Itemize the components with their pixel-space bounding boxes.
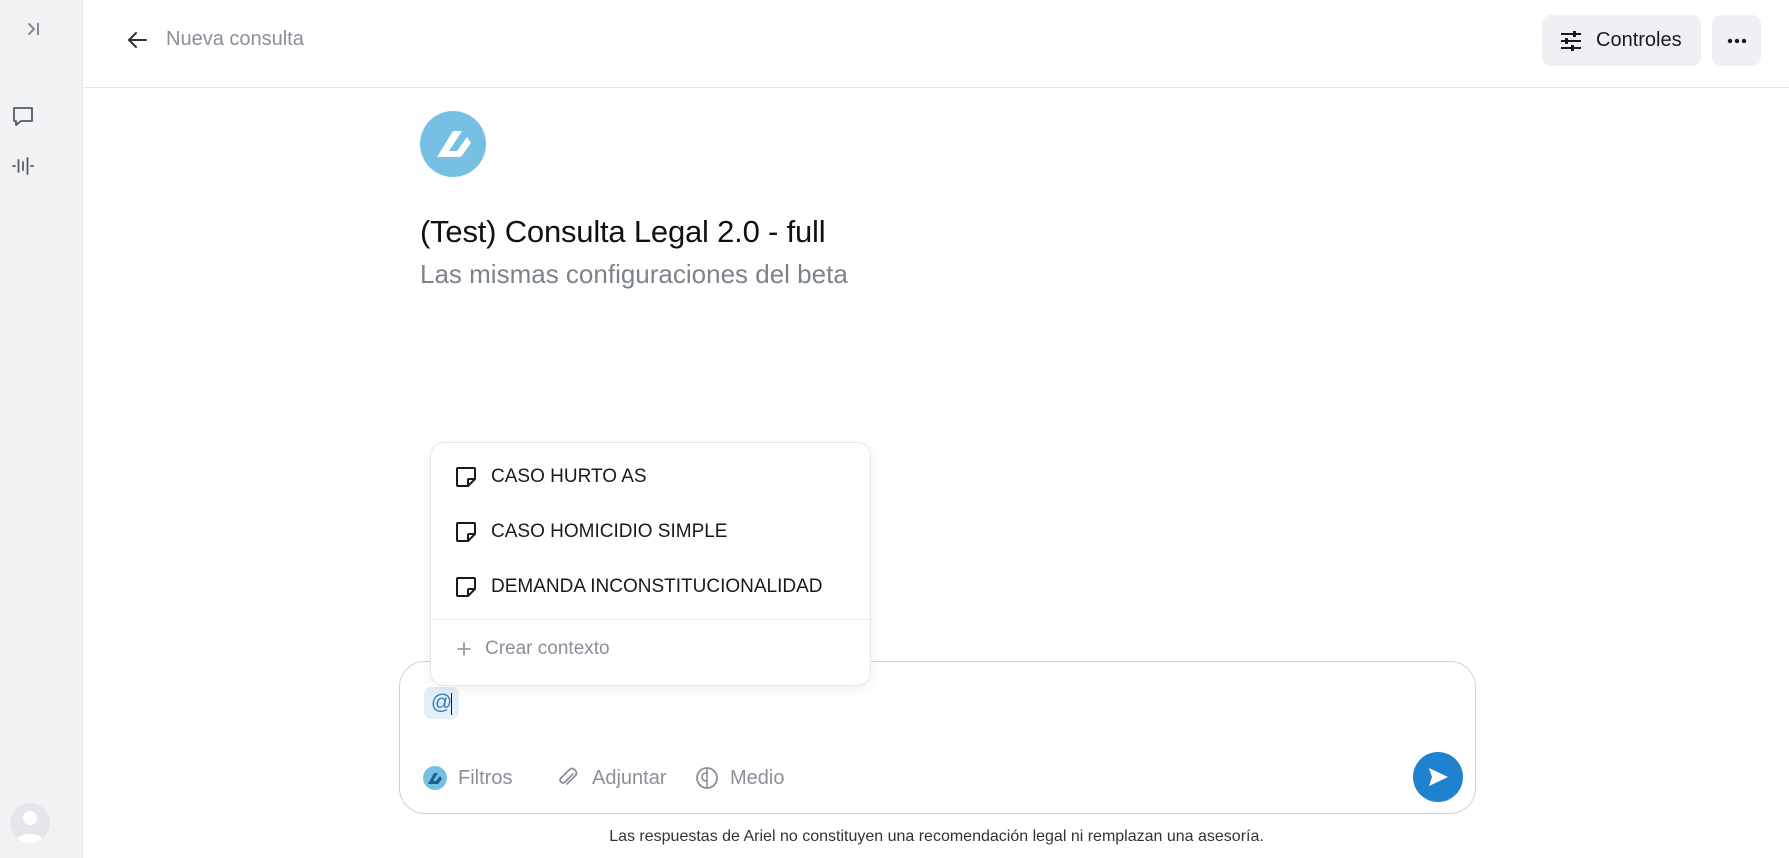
ariel-logo-icon (423, 766, 447, 790)
assistant-logo (420, 111, 486, 177)
send-icon (1429, 768, 1448, 786)
context-item[interactable]: CASO HURTO AS (431, 453, 870, 501)
note-icon (456, 522, 476, 542)
voice-waveform-icon (12, 157, 34, 175)
controls-button[interactable]: Controles (1542, 15, 1701, 66)
menu-divider (431, 619, 870, 620)
controls-label: Controles (1596, 29, 1682, 51)
note-icon (456, 577, 476, 597)
chat-nav-button[interactable] (3, 96, 43, 136)
plus-icon (457, 642, 471, 656)
left-rail (0, 0, 82, 858)
expand-sidebar-button[interactable] (14, 9, 54, 49)
attach-label: Adjuntar (592, 766, 667, 789)
user-avatar[interactable] (10, 803, 50, 843)
assistant-title: (Test) Consulta Legal 2.0 - full (420, 214, 826, 249)
context-item[interactable]: CASO HOMICIDIO SIMPLE (431, 508, 870, 556)
voice-nav-button[interactable] (3, 146, 43, 186)
mode-label: Medio (730, 766, 785, 789)
ariel-logo-icon (437, 131, 471, 157)
mention-token[interactable]: @ (424, 687, 459, 719)
attach-button[interactable]: Adjuntar (556, 763, 667, 793)
more-horizontal-icon (1727, 38, 1746, 43)
brain-icon (696, 767, 718, 789)
main-panel: Nueva consulta Controles (Test) Consulta… (82, 0, 1789, 858)
context-item-label: CASO HOMICIDIO SIMPLE (491, 521, 728, 542)
paperclip-icon (559, 767, 578, 785)
model-mode-button[interactable]: Medio (694, 763, 784, 793)
page-title: Nueva consulta (166, 28, 304, 50)
mention-dropdown: CASO HURTO AS CASO HOMICIDIO SIMPLE DEMA… (430, 442, 871, 686)
send-button[interactable] (1413, 752, 1463, 802)
top-bar: Nueva consulta Controles (83, 0, 1789, 88)
back-button[interactable] (121, 24, 153, 56)
expand-sidebar-icon (28, 22, 39, 36)
assistant-subtitle: Las mismas configuraciones del beta (420, 259, 848, 289)
text-caret (451, 693, 452, 715)
create-context-button[interactable]: Crear contexto (431, 625, 870, 673)
context-item[interactable]: DEMANDA INCONSTITUCIONALIDAD (431, 563, 870, 611)
user-avatar-icon (16, 811, 44, 843)
filters-button[interactable]: Filtros (422, 763, 512, 793)
more-options-button[interactable] (1712, 15, 1761, 66)
arrow-left-icon (128, 32, 147, 48)
filters-label: Filtros (458, 766, 513, 789)
chat-icon (13, 107, 33, 126)
context-item-label: CASO HURTO AS (491, 466, 647, 487)
sliders-icon (1561, 30, 1581, 51)
legal-disclaimer: Las respuestas de Ariel no constituyen u… (609, 828, 1264, 845)
context-item-label: DEMANDA INCONSTITUCIONALIDAD (491, 576, 823, 597)
create-context-label: Crear contexto (485, 638, 610, 659)
note-icon (456, 467, 476, 487)
